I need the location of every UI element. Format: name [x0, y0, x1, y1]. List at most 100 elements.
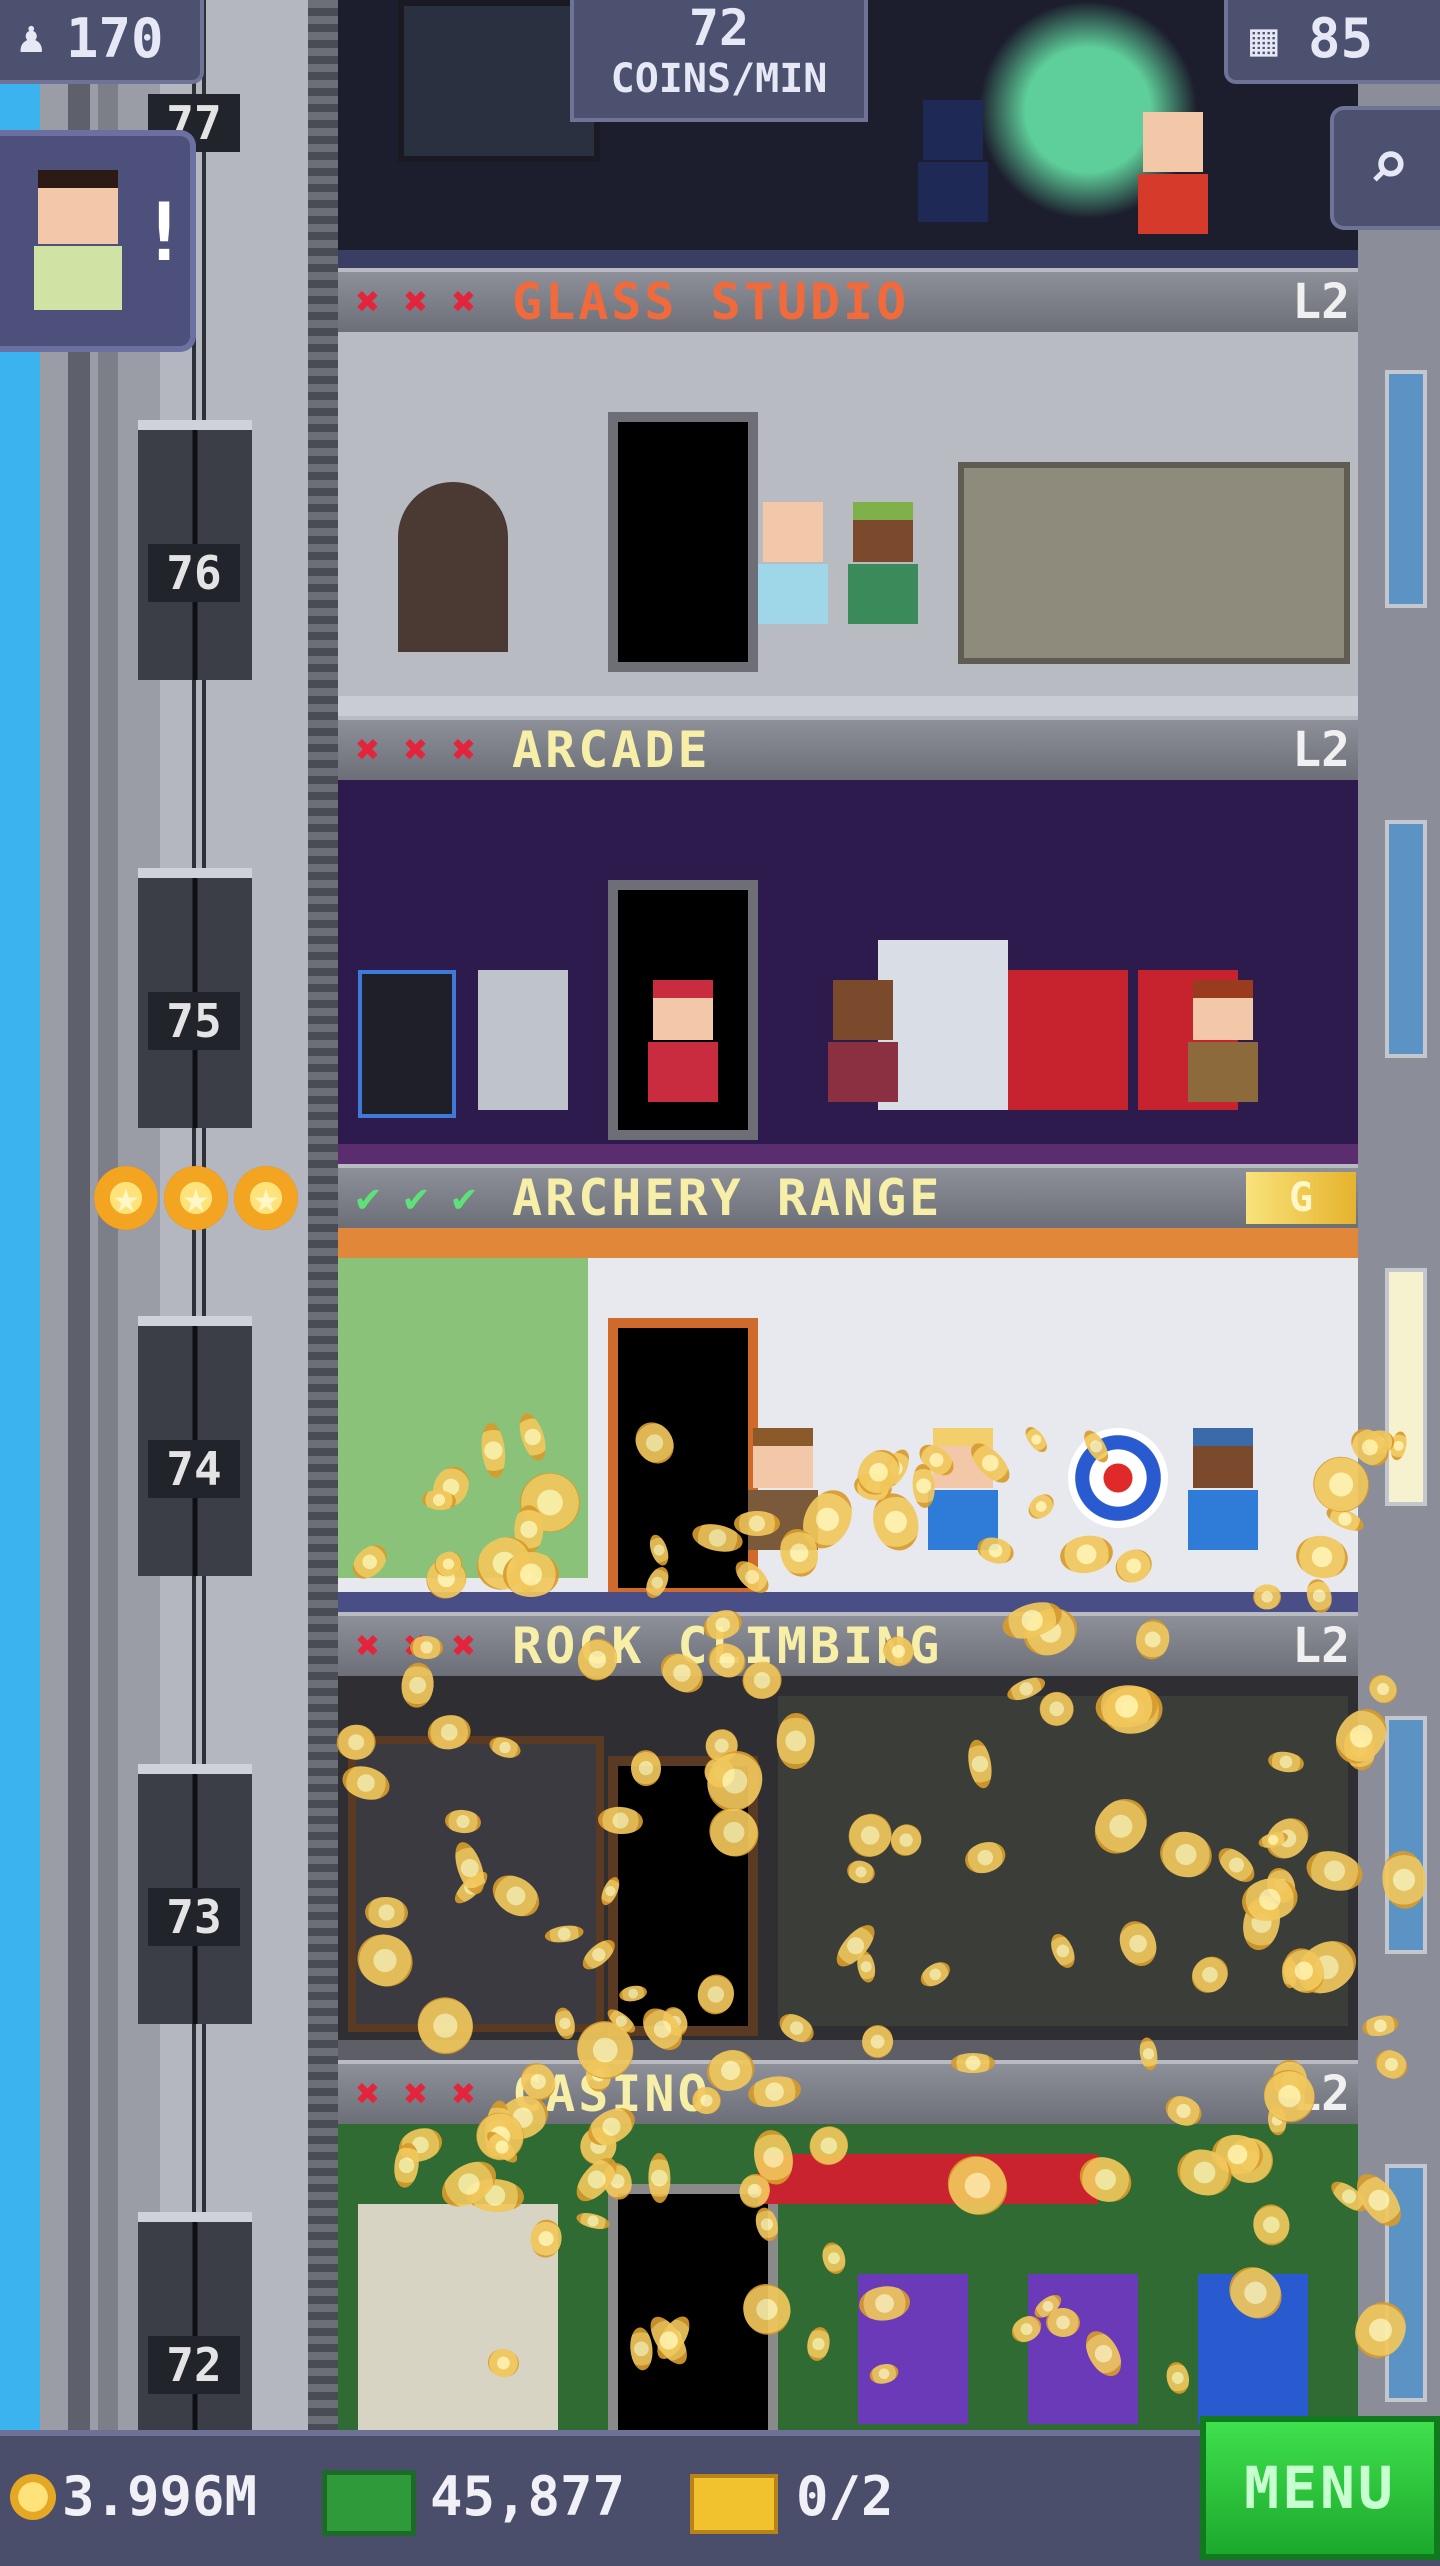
ladder: [308, 0, 338, 2430]
x-mark-icon: ✖: [451, 279, 477, 325]
floor-trim: [338, 1592, 1358, 1612]
floor-casino[interactable]: ✖ ✖ ✖ CASINO L2: [338, 2060, 1358, 2430]
character[interactable]: [848, 502, 918, 652]
floor-number: 76: [148, 544, 240, 602]
x-mark-icon: ✖: [403, 279, 429, 325]
checkmark-icon: ✔: [451, 1175, 477, 1221]
casino-sign: [758, 2154, 1098, 2204]
stocking-status: ✖ ✖ ✖: [346, 728, 486, 772]
floor-header[interactable]: ✖ ✖ ✖ GLASS STUDIO L2: [338, 268, 1358, 332]
x-mark-icon: ✖: [355, 279, 381, 325]
sky-strip: [0, 0, 40, 2430]
floor-rock-climbing[interactable]: ✖ ✖ ✖ ROCK CLIMBING L2: [338, 1612, 1358, 2060]
floor-count[interactable]: ▦ 85: [1224, 0, 1440, 84]
star-icon: ★: [94, 1166, 158, 1230]
slot-machine: [1198, 2274, 1308, 2424]
floor-name: ARCADE: [512, 721, 711, 779]
floor-header[interactable]: ✖ ✖ ✖ ARCADE L2: [338, 716, 1358, 780]
casino-facade: [358, 2204, 558, 2430]
stocking-status: ✔ ✔ ✔: [346, 1176, 486, 1220]
gold-level-badge: G: [1246, 1172, 1356, 1224]
stocking-status: ✖ ✖ ✖: [346, 280, 486, 324]
population-value: 170: [66, 7, 164, 70]
tickets-value: 0/2: [796, 2465, 894, 2528]
floor-header[interactable]: ✖ ✖ ✖ ROCK CLIMBING L2: [338, 1612, 1358, 1676]
floor-room[interactable]: [338, 780, 1358, 1164]
menu-button[interactable]: MENU: [1200, 2416, 1440, 2560]
floor-level: L2: [1292, 1618, 1350, 1674]
visitor-notification[interactable]: !: [0, 130, 196, 352]
arcade-cabinet: [358, 970, 456, 1118]
floor-name: ROCK CLIMBING: [512, 1617, 943, 1675]
x-mark-icon: ✖: [403, 1623, 429, 1669]
coins-per-min-display[interactable]: 72 COINS/MIN: [570, 0, 868, 122]
floor-header[interactable]: ✖ ✖ ✖ CASINO L2: [338, 2060, 1358, 2124]
slot-machine: [1028, 2274, 1138, 2424]
stocking-status: ✖ ✖ ✖: [346, 1624, 486, 1668]
x-mark-icon: ✖: [403, 727, 429, 773]
population-counter[interactable]: ♟ 170: [0, 0, 204, 84]
character[interactable]: [648, 980, 718, 1130]
tiled-wall: [338, 1258, 588, 1578]
checkmark-icon: ✔: [403, 1175, 429, 1221]
magnifier-icon: ⌕: [1367, 124, 1411, 206]
climbing-wall: [778, 1696, 1348, 2026]
floor-trim: [338, 250, 1358, 268]
floor-number: 74: [148, 1440, 240, 1498]
floor-room[interactable]: [338, 1676, 1358, 2060]
tower-bux-icon[interactable]: [322, 2470, 416, 2536]
floor-number: 75: [148, 992, 240, 1050]
x-mark-icon: ✖: [355, 1623, 381, 1669]
coins-per-min-value: 72: [688, 0, 750, 57]
building-icon: ▦: [1250, 12, 1278, 66]
archery-target: [1068, 1428, 1168, 1528]
character[interactable]: [758, 502, 828, 652]
character[interactable]: [1188, 1428, 1258, 1578]
floor-number: 73: [148, 1888, 240, 1946]
alert-mark: !: [140, 186, 189, 279]
x-mark-icon: ✖: [451, 1623, 477, 1669]
shaft-rail-left: [68, 0, 90, 2430]
floor-level: L2: [1292, 274, 1350, 330]
arcade-cabinet: [478, 970, 568, 1110]
gear-cabinet: [348, 1736, 604, 2032]
character[interactable]: [918, 100, 988, 250]
x-mark-icon: ✖: [451, 727, 477, 773]
floor-trim: [338, 1144, 1358, 1164]
window: [1385, 370, 1427, 608]
elevator-doorway: [608, 2184, 778, 2430]
floor-header[interactable]: ✔ ✔ ✔ ARCHERY RANGE G: [338, 1164, 1358, 1228]
floor-name: CASINO: [512, 2065, 711, 2123]
floor-name: GLASS STUDIO: [512, 273, 910, 331]
floor-glass-studio[interactable]: ✖ ✖ ✖ GLASS STUDIO L2: [338, 268, 1358, 716]
window: [1385, 1716, 1427, 1954]
x-mark-icon: ✖: [403, 2071, 429, 2117]
floor-trim: [338, 2040, 1358, 2060]
floor-room[interactable]: [338, 1228, 1358, 1612]
x-mark-icon: ✖: [355, 2071, 381, 2117]
floor-arcade[interactable]: ✖ ✖ ✖ ARCADE L2: [338, 716, 1358, 1164]
character[interactable]: [1188, 980, 1258, 1130]
tower-right-wall: [1358, 0, 1440, 2430]
checkmark-icon: ✔: [355, 1175, 381, 1221]
person-icon: ♟: [18, 12, 45, 63]
coin-icon: [10, 2474, 56, 2520]
search-button[interactable]: ⌕: [1330, 106, 1440, 230]
star-icon: ★: [234, 1166, 298, 1230]
arcade-cabinet: [1008, 970, 1128, 1110]
character[interactable]: [748, 1428, 818, 1578]
coins-per-min-label: COINS/MIN: [610, 56, 828, 102]
character[interactable]: [828, 980, 898, 1130]
vip-ticket-icon[interactable]: [690, 2474, 778, 2534]
character[interactable]: [928, 1428, 998, 1578]
glass-shelves: [958, 462, 1350, 664]
floor-level: L2: [1292, 2066, 1350, 2122]
floor-count-value: 85: [1308, 7, 1374, 70]
character[interactable]: [1138, 112, 1208, 262]
floor-archery-range[interactable]: ✔ ✔ ✔ ARCHERY RANGE G: [338, 1164, 1358, 1612]
floor-name: ARCHERY RANGE: [512, 1169, 943, 1227]
floor-room[interactable]: [338, 332, 1358, 716]
floor-room[interactable]: [338, 2124, 1358, 2430]
floor-number: 72: [148, 2336, 240, 2394]
elevator-doorway: [608, 1318, 758, 1598]
